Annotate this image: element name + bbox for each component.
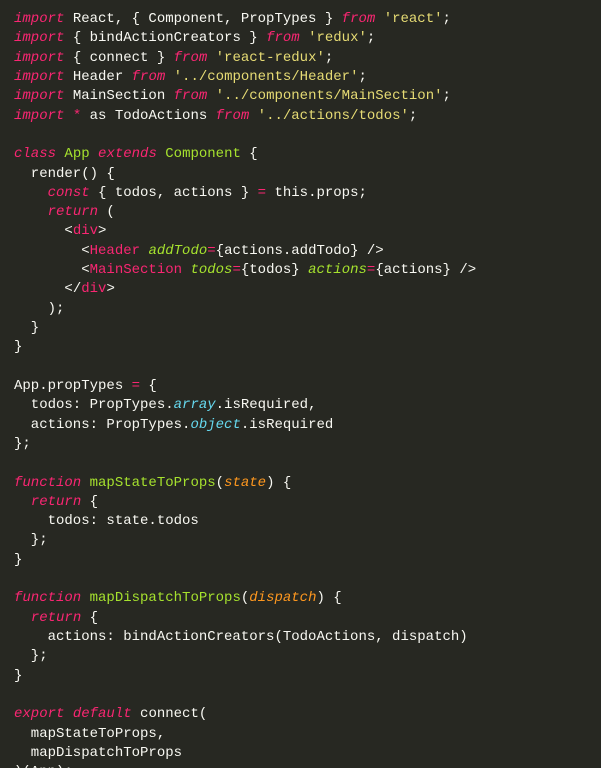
code-snippet: import React, { Component, PropTypes } f…: [0, 0, 601, 768]
